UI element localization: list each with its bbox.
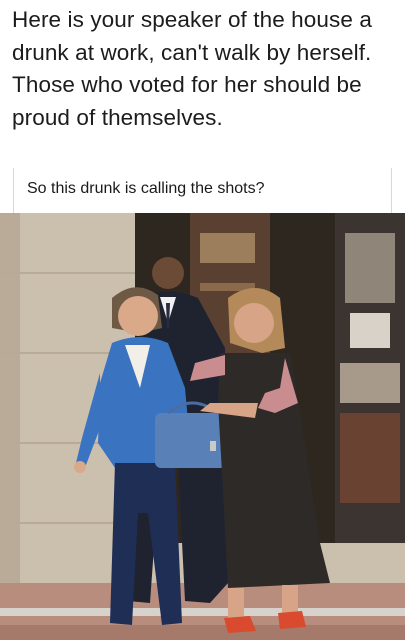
meme-comment-box: So this drunk is calling the shots? — [13, 168, 392, 213]
meme-comment-text: So this drunk is calling the shots? — [27, 180, 265, 197]
wall-shadow — [0, 213, 20, 640]
handbag — [155, 413, 230, 468]
meme-photo — [0, 213, 405, 640]
photo-illustration — [0, 213, 405, 640]
meme-headline: Here is your speaker of the house a drun… — [12, 7, 372, 130]
